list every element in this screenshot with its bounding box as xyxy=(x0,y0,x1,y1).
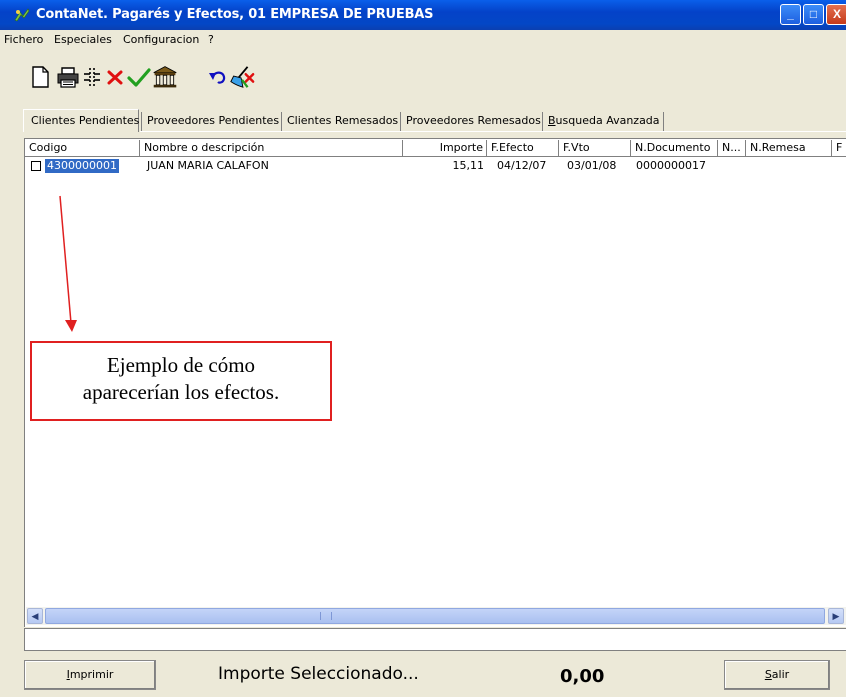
column-header-importe[interactable]: Importe xyxy=(403,140,487,156)
tab-separator xyxy=(281,112,282,131)
column-header-f-efecto[interactable]: F.Efecto xyxy=(487,140,559,156)
tab-separator xyxy=(542,112,543,131)
tab-clientes-pendientes[interactable]: Clientes Pendientes xyxy=(31,112,139,130)
menu-configuracion[interactable]: Configuracion xyxy=(123,33,199,46)
tab-clientes-remesados[interactable]: Clientes Remesados xyxy=(287,112,398,130)
minimize-button[interactable]: _ xyxy=(780,4,801,25)
annotation-line-1: Ejemplo de cómo xyxy=(106,353,256,377)
menu-fichero[interactable]: Fichero xyxy=(4,33,43,46)
menu-help[interactable]: ? xyxy=(208,33,214,46)
column-header-f[interactable]: F xyxy=(832,140,846,156)
row-checkbox[interactable] xyxy=(31,161,41,171)
exit-label-rest: alir xyxy=(771,668,790,681)
bank-icon[interactable] xyxy=(152,64,178,90)
selected-amount-label: Importe Seleccionado... xyxy=(218,664,419,684)
column-header-n-documento[interactable]: N.Documento xyxy=(631,140,718,156)
tab-separator xyxy=(400,112,401,131)
broom-icon[interactable] xyxy=(229,64,255,90)
scrollbar-thumb[interactable] xyxy=(45,608,825,624)
cell-importe: 15,11 xyxy=(452,159,485,172)
tab-proveedores-pendientes[interactable]: Proveedores Pendientes xyxy=(147,112,279,130)
tab-separator xyxy=(663,112,664,131)
tab-busqueda-avanzada[interactable]: Busqueda Avanzada xyxy=(548,112,660,130)
confirm-icon[interactable] xyxy=(126,64,152,90)
window-title: ContaNet. Pagarés y Efectos, 01 EMPRESA … xyxy=(36,7,434,22)
menu-especiales[interactable]: Especiales xyxy=(54,33,112,46)
print-icon[interactable] xyxy=(55,64,81,90)
new-document-icon[interactable] xyxy=(27,64,53,90)
cell-n-documento: 0000000017 xyxy=(636,159,706,172)
annotation-box: Ejemplo de cómo aparecerían los efectos. xyxy=(30,341,332,421)
scroll-left-icon[interactable]: ◀ xyxy=(27,608,43,624)
tab-label-rest: usqueda Avanzada xyxy=(555,114,660,127)
scroll-right-icon[interactable]: ▶ xyxy=(828,608,844,624)
cell-f-efecto: 04/12/07 xyxy=(497,159,547,172)
column-header-f-vto[interactable]: F.Vto xyxy=(559,140,631,156)
header-divider xyxy=(25,156,846,157)
column-header-n-remesa[interactable]: N.Remesa xyxy=(746,140,832,156)
annotation-arrow xyxy=(59,195,77,332)
tab-mnemonic: B xyxy=(548,114,556,127)
status-field xyxy=(24,628,846,651)
app-icon xyxy=(14,8,30,22)
column-header-nombre[interactable]: Nombre o descripción xyxy=(140,140,403,156)
exit-mnemonic: S xyxy=(764,668,772,681)
exit-button[interactable]: Salir xyxy=(724,660,830,690)
annotation-line-2: aparecerían los efectos. xyxy=(82,380,280,404)
print-button[interactable]: Imprimir xyxy=(24,660,156,690)
column-header-codigo[interactable]: Codigo xyxy=(25,140,140,156)
column-header-n[interactable]: N... xyxy=(718,140,746,156)
close-button[interactable]: X xyxy=(826,4,846,25)
tab-proveedores-remesados[interactable]: Proveedores Remesados xyxy=(406,112,541,130)
tab-strip-line xyxy=(140,131,846,132)
delete-icon[interactable] xyxy=(102,64,128,90)
print-label-rest: mprimir xyxy=(69,668,114,681)
selected-amount-value: 0,00 xyxy=(560,666,605,687)
scrollbar-grip xyxy=(320,612,332,620)
tab-separator xyxy=(141,112,142,131)
undo-icon[interactable] xyxy=(205,64,231,90)
cell-nombre: JUAN MARIA CALAFON xyxy=(147,159,269,172)
cell-f-vto: 03/01/08 xyxy=(567,159,617,172)
maximize-button[interactable]: □ xyxy=(803,4,824,25)
cell-codigo[interactable]: 4300000001 xyxy=(45,159,119,173)
